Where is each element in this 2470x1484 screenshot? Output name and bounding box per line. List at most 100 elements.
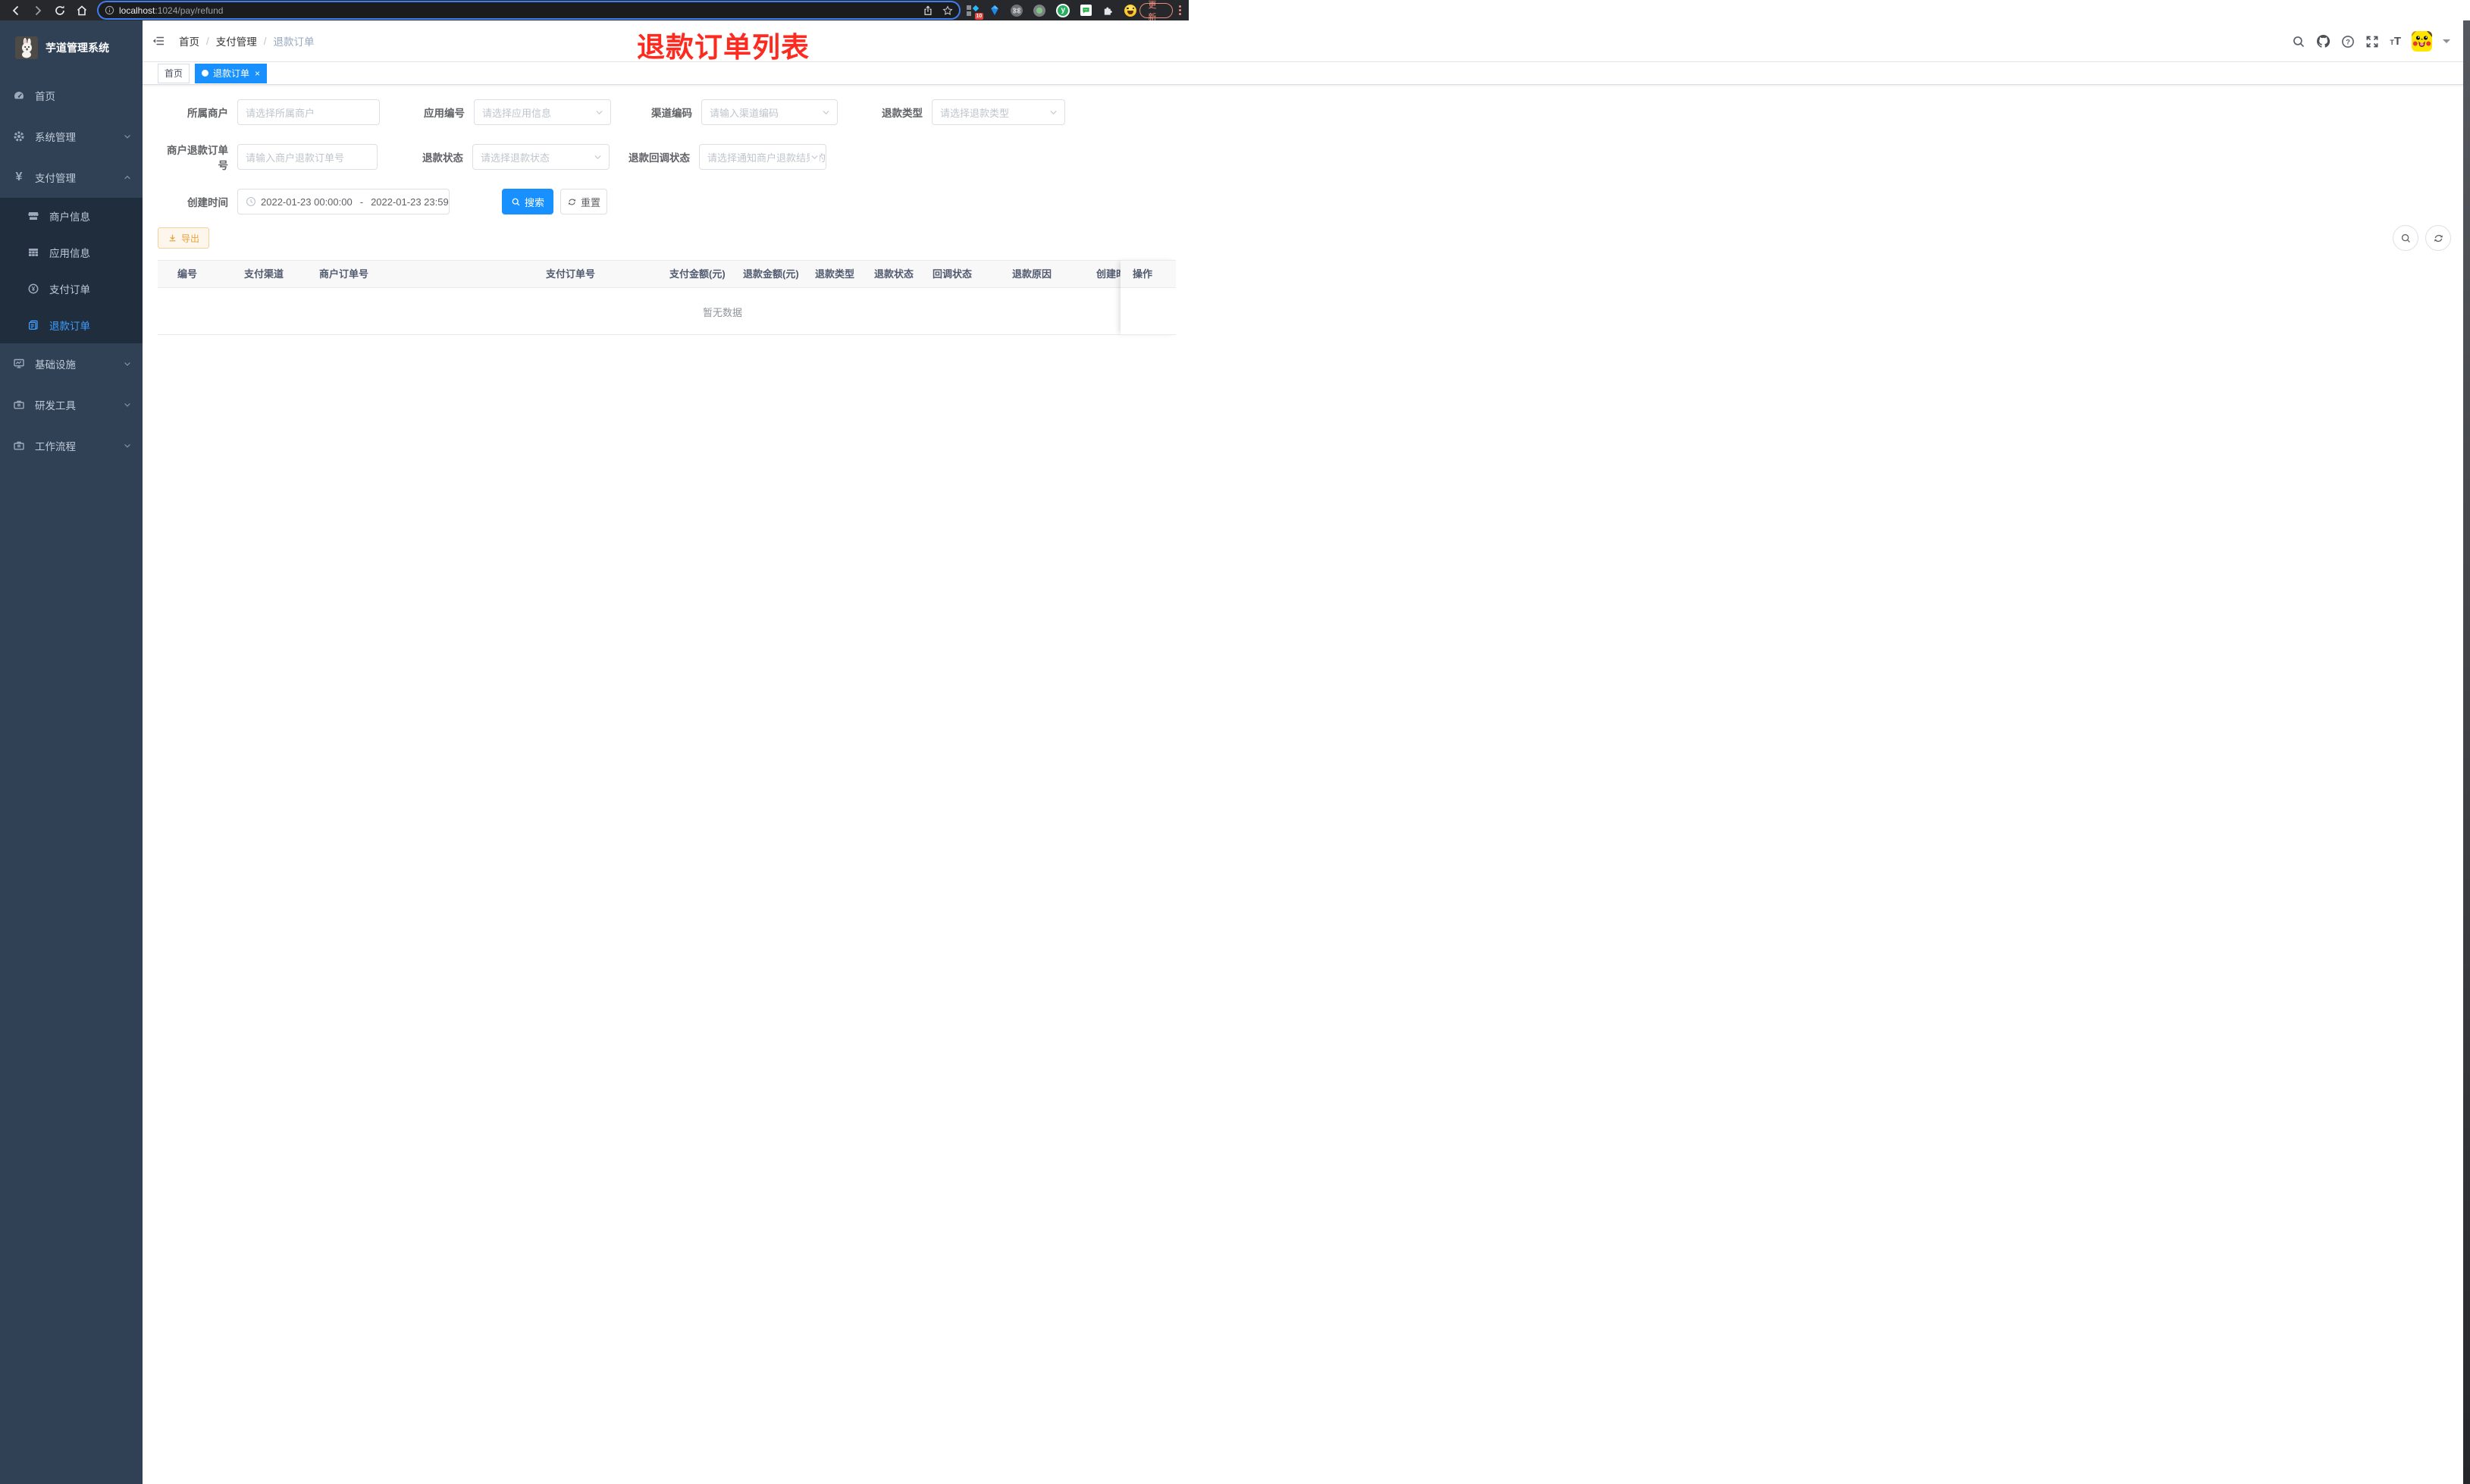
sidebar-item-merchant-info[interactable]: 商户信息 (0, 198, 143, 234)
svg-text:?: ? (2346, 38, 2350, 46)
question-icon[interactable]: ? (2341, 35, 2355, 49)
toggle-search-button[interactable] (2393, 225, 2418, 251)
window-edge-scrollbar[interactable] (2463, 20, 2470, 1484)
forward-icon[interactable] (32, 5, 44, 17)
workflow-icon (14, 441, 24, 450)
sidebar: 芋道管理系统 首页 系统管理 ¥ 支付管理 商户信息 应用信息 ¥ 支付订单 退… (0, 20, 143, 1484)
app-logo[interactable]: 芋道管理系统 (0, 20, 143, 75)
avatar[interactable] (2412, 31, 2432, 52)
table-header: 编号 支付渠道 商户订单号 支付订单号 支付金额(元) 退款金额(元) 退款类型… (158, 260, 1176, 288)
search-icon (2401, 233, 2410, 243)
url-text[interactable]: localhost:1024/pay/refund (119, 5, 923, 16)
date-start: 2022-01-23 00:00:00 (261, 196, 353, 208)
chevron-down-icon (124, 403, 130, 407)
download-icon (169, 234, 176, 241)
breadcrumb-home[interactable]: 首页 (179, 33, 199, 49)
chevron-up-icon (124, 175, 130, 180)
sidebar-item-infra[interactable]: 基础设施 (0, 343, 143, 384)
app-grid-icon (29, 249, 38, 256)
url-bar[interactable]: localhost:1024/pay/refund (99, 2, 960, 18)
sidebar-item-home[interactable]: 首页 (0, 75, 143, 116)
extension-puzzle-icon[interactable] (1102, 5, 1114, 16)
sidebar-item-refund-order[interactable]: 退款订单 (0, 307, 143, 343)
chevron-down-icon (1050, 111, 1057, 114)
refund-type-select[interactable]: 请选择退款类型 (932, 99, 1065, 125)
dashboard-icon (14, 92, 24, 99)
extension-chat-icon[interactable] (1080, 5, 1092, 16)
reset-button[interactable]: 重置 (560, 189, 607, 214)
search-icon (512, 198, 520, 205)
filter-refund-status: 退款状态 请选择退款状态 (378, 142, 610, 172)
chevron-down-icon (124, 135, 130, 139)
merchant-select[interactable]: 请选择所属商户 (237, 99, 380, 125)
sidebar-item-app-info[interactable]: 应用信息 (0, 234, 143, 271)
sidebar-item-system[interactable]: 系统管理 (0, 116, 143, 157)
info-icon[interactable] (105, 5, 114, 15)
search-icon[interactable] (2292, 35, 2305, 49)
extension-y-icon[interactable]: y (1056, 3, 1070, 17)
chevron-down-icon (596, 111, 603, 114)
page-content: 所属商户 请选择所属商户 应用编号 请选择应用信息 渠道编码 请输入渠道编码 退… (143, 85, 2470, 335)
breadcrumb-current: 退款订单 (273, 36, 315, 48)
sidebar-item-pay[interactable]: ¥ 支付管理 (0, 157, 143, 198)
fixed-action-column: 操作 (1121, 260, 1176, 335)
breadcrumb-pay[interactable]: 支付管理 (216, 33, 257, 49)
tag-refund-order[interactable]: 退款订单 × (195, 63, 268, 83)
date-end: 2022-01-23 23:59:59 (371, 196, 449, 208)
refund-table: 编号 支付渠道 商户订单号 支付订单号 支付金额(元) 退款金额(元) 退款类型… (158, 260, 1176, 335)
caret-down-icon[interactable] (2443, 39, 2450, 47)
app-select[interactable]: 请选择应用信息 (474, 99, 611, 125)
col-refund-status: 退款状态 (874, 268, 914, 280)
export-button[interactable]: 导出 (158, 227, 210, 249)
filter-notify-status: 退款回调状态 请选择通知商户退款结果的 (610, 142, 826, 172)
col-id: 编号 (177, 268, 198, 280)
browser-update-button[interactable]: 更新 (1139, 1, 1173, 22)
notify-status-select[interactable]: 请选择通知商户退款结果的 (699, 144, 826, 170)
navbar: 首页 / 支付管理 / 退款订单 退款订单列表 ? TT (143, 20, 2470, 63)
fullscreen-icon[interactable] (2365, 35, 2379, 49)
search-button[interactable]: 搜索 (502, 189, 553, 214)
extension-emoji-icon[interactable] (1124, 4, 1137, 17)
refund-order-icon (28, 320, 38, 330)
col-refund-reason: 退款原因 (1012, 268, 1052, 280)
filter-merchant-refund-no: 商户退款订单号 请输入商户退款订单号 (158, 142, 378, 172)
svg-text:¥: ¥ (32, 286, 36, 293)
extension-badge: 10 (974, 12, 984, 20)
filter-app: 应用编号 请选择应用信息 (380, 99, 611, 125)
channel-select[interactable]: 请输入渠道编码 (701, 99, 838, 125)
chevron-down-icon (124, 444, 130, 448)
merchant-refund-no-input[interactable]: 请输入商户退款订单号 (237, 144, 378, 170)
col-pay-channel: 支付渠道 (244, 268, 284, 280)
sidebar-item-pay-order[interactable]: ¥ 支付订单 (0, 271, 143, 307)
home-icon[interactable] (76, 5, 88, 17)
extension-dot-icon[interactable] (1033, 4, 1046, 17)
browser-menu-icon[interactable] (1179, 5, 1181, 15)
sidebar-submenu-pay: 商户信息 应用信息 ¥ 支付订单 退款订单 (0, 198, 143, 343)
extension-grid-icon[interactable]: 10 (967, 5, 984, 20)
shop-icon (28, 212, 39, 220)
annotation-title: 退款订单列表 (637, 32, 810, 63)
date-range-picker[interactable]: 2022-01-23 00:00:00 - 2022-01-23 23:59:5… (237, 189, 450, 214)
sidebar-item-devtools[interactable]: 研发工具 (0, 384, 143, 425)
extension-cmd-icon[interactable] (1011, 4, 1023, 17)
back-icon[interactable] (10, 5, 22, 17)
table-body: 暂无数据 (158, 288, 1176, 335)
refresh-table-button[interactable] (2425, 225, 2451, 251)
empty-text: 暂无数据 (702, 307, 743, 318)
app-title: 芋道管理系统 (45, 42, 109, 54)
extension-gem-icon[interactable] (989, 5, 1000, 16)
share-icon[interactable] (923, 5, 933, 16)
bookmark-star-icon[interactable] (942, 5, 953, 16)
sidebar-item-workflow[interactable]: 工作流程 (0, 425, 143, 466)
tag-home[interactable]: 首页 (158, 63, 190, 83)
refresh-icon (568, 199, 576, 205)
tag-close-icon[interactable]: × (255, 69, 260, 78)
font-size-icon[interactable]: TT (2390, 35, 2401, 49)
sidebar-fold-icon[interactable] (152, 35, 165, 47)
refund-status-select[interactable]: 请选择退款状态 (472, 144, 610, 170)
reload-icon[interactable] (54, 5, 66, 17)
github-icon[interactable] (2316, 34, 2331, 49)
tag-active-dot (202, 70, 209, 77)
col-create-time: 创建时间 (1096, 268, 1121, 280)
refresh-icon (2434, 234, 2443, 242)
